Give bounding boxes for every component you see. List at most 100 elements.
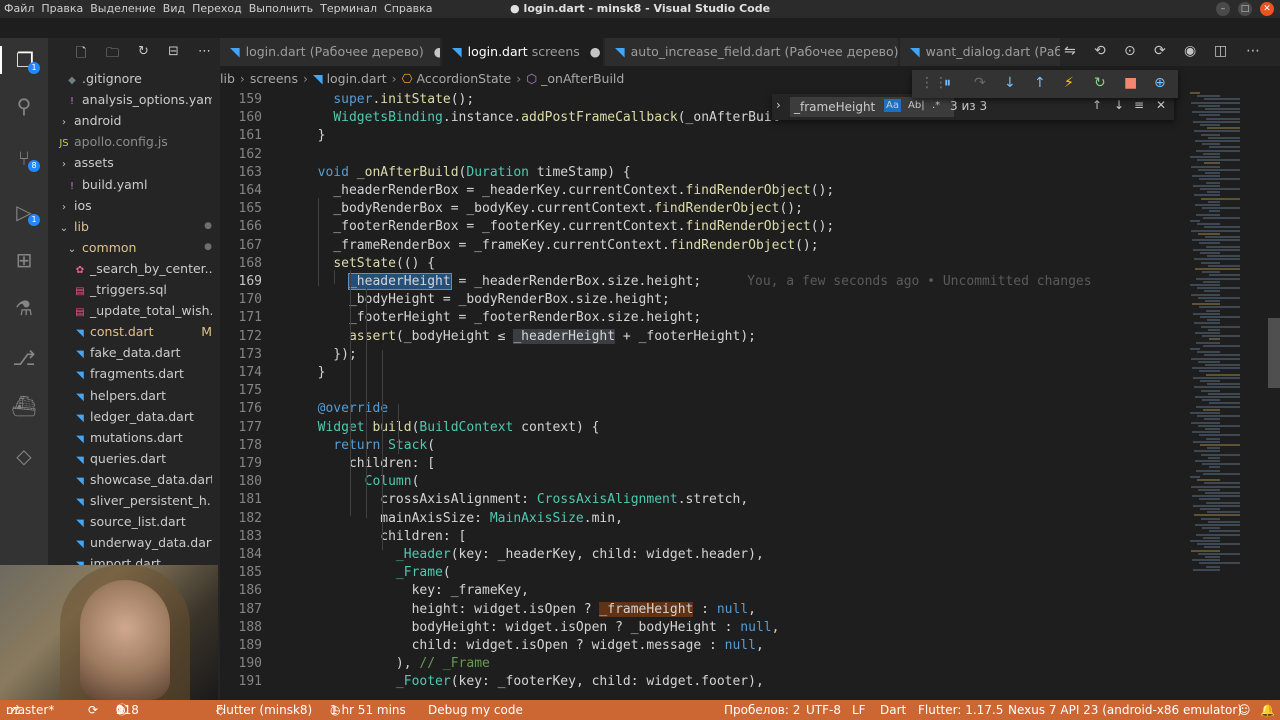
code-line[interactable]: setState(() { bbox=[302, 255, 435, 273]
git-graph-icon[interactable]: ⎇ bbox=[10, 344, 38, 372]
notifications-icon[interactable]: 🔔 bbox=[1260, 700, 1275, 720]
code-line[interactable]: WidgetsBinding.instance.addPostFrameCall… bbox=[302, 109, 779, 127]
flutter-icon[interactable]: ◇ bbox=[10, 442, 38, 470]
flutter-version[interactable]: Flutter: 1.17.5 bbox=[918, 700, 1003, 720]
code-line[interactable]: _Header(key: _headerKey, child: widget.h… bbox=[302, 546, 764, 564]
menu-item[interactable]: Файл bbox=[4, 0, 34, 18]
code-line[interactable]: } bbox=[302, 364, 326, 382]
breadcrumb-item[interactable]: lib bbox=[220, 71, 235, 86]
explorer-item[interactable]: ◥ sliver_persistent_h... bbox=[74, 490, 212, 511]
explorer-item[interactable]: ◆ .gitignore bbox=[66, 68, 212, 89]
explorer-item[interactable]: ▤ _update_total_wish... bbox=[74, 300, 212, 321]
explorer-icon[interactable]: ❐ 1 bbox=[0, 46, 48, 74]
menu-item[interactable]: Выполнить bbox=[249, 0, 313, 18]
flask-icon[interactable]: ⚗ bbox=[10, 294, 38, 322]
explorer-item[interactable]: › ios bbox=[58, 195, 212, 216]
go-forward-icon[interactable]: ⟳ bbox=[1154, 43, 1166, 59]
vertical-scrollbar[interactable] bbox=[1268, 90, 1280, 700]
close-find-icon[interactable]: ✕ bbox=[1156, 98, 1166, 112]
code-line[interactable]: _footerHeight = _footerRenderBox.size.he… bbox=[302, 309, 701, 327]
menu-item[interactable]: Правка bbox=[41, 0, 83, 18]
breadcrumb-item[interactable]: _onAfterBuild bbox=[541, 71, 624, 86]
sync-icon[interactable]: ⟳ bbox=[88, 700, 98, 720]
line-ending[interactable]: LF bbox=[852, 700, 866, 720]
code-line[interactable]: } bbox=[302, 127, 326, 145]
code-line[interactable]: _bodyHeight = _bodyRenderBox.size.height… bbox=[302, 291, 670, 309]
restart-icon[interactable]: ↻ bbox=[1094, 75, 1106, 91]
source-control-icon[interactable]: ⑂ 8 bbox=[10, 144, 40, 172]
search-icon[interactable]: ⚲ bbox=[10, 92, 38, 120]
whole-word-toggle[interactable]: Ab| bbox=[906, 99, 927, 112]
new-file-icon[interactable]: 🗋 bbox=[76, 44, 86, 66]
minimap[interactable] bbox=[1184, 90, 1268, 700]
explorer-item[interactable]: JS apollo.config.js bbox=[58, 131, 212, 152]
find-in-selection-icon[interactable]: ≡ bbox=[1134, 98, 1144, 112]
menu-item[interactable]: Вид bbox=[163, 0, 185, 18]
code-line[interactable]: @override bbox=[302, 400, 388, 418]
close-window-button[interactable]: ✕ bbox=[1260, 2, 1274, 16]
explorer-item[interactable]: ◥ queries.dart bbox=[74, 448, 212, 469]
stop-icon[interactable]: ■ bbox=[1124, 75, 1137, 91]
editor-tab[interactable]: ◥ login.dart screens ● bbox=[442, 38, 603, 66]
dot-icon[interactable]: ⊙ bbox=[1124, 43, 1136, 59]
code-line[interactable]: child: widget.isOpen ? widget.message : … bbox=[302, 637, 764, 655]
next-match-icon[interactable]: ↓ bbox=[1114, 98, 1124, 112]
code-line[interactable]: _footerRenderBox = _footerKey.currentCon… bbox=[302, 218, 834, 236]
debug-icon[interactable]: ▷ 1 bbox=[10, 198, 40, 226]
device-selector[interactable]: Nexus 7 API 23 (android-x86 emulator) bbox=[1008, 700, 1242, 720]
pause-icon[interactable]: ⏸ bbox=[944, 75, 951, 91]
encoding[interactable]: UTF-8 bbox=[806, 700, 841, 720]
code-line[interactable]: void _onAfterBuild(Duration timeStamp) { bbox=[302, 164, 631, 182]
explorer-item[interactable]: ⌄ lib ● bbox=[58, 216, 212, 237]
explorer-item[interactable]: ◥ source_list.dart bbox=[74, 511, 212, 532]
code-line[interactable]: assert(_bodyHeight ≤ _headerHeight + _fo… bbox=[302, 328, 756, 346]
more-actions-icon[interactable]: ⋯ bbox=[1246, 43, 1260, 59]
step-out-icon[interactable]: ↑ bbox=[1034, 75, 1046, 91]
run-icon[interactable]: ◉ bbox=[1184, 43, 1196, 59]
explorer-item[interactable]: ◥ fake_data.dart bbox=[74, 342, 212, 363]
explorer-item[interactable]: › assets bbox=[58, 152, 212, 173]
hot-reload-icon[interactable]: ⚡ bbox=[1064, 75, 1074, 91]
explorer-item[interactable]: ✿ _search_by_center.... bbox=[74, 258, 212, 279]
code-line[interactable]: _headerHeight = _headerRenderBox.size.he… bbox=[302, 273, 1092, 291]
code-line[interactable]: _Footer(key: _footerKey, child: widget.f… bbox=[302, 673, 764, 691]
explorer-item[interactable]: ◥ underway_data.dart bbox=[74, 532, 212, 553]
step-into-icon[interactable]: ↓ bbox=[1004, 75, 1016, 91]
explorer-item[interactable]: ◥ ledger_data.dart bbox=[74, 406, 212, 427]
step-over-icon[interactable]: ↷ bbox=[974, 75, 986, 91]
debug-mode[interactable]: Debug my code bbox=[428, 700, 523, 720]
menu-item[interactable]: Переход bbox=[192, 0, 242, 18]
explorer-item[interactable]: ◥ const.dart M bbox=[74, 321, 212, 342]
code-line[interactable]: ), // _Frame bbox=[302, 655, 490, 673]
code-line[interactable]: height: widget.isOpen ? _frameHeight : n… bbox=[302, 601, 756, 619]
code-line[interactable]: _frameRenderBox = _frameKey.currentConte… bbox=[302, 237, 818, 255]
unsaved-dot-icon[interactable]: ● bbox=[590, 44, 601, 59]
code-line[interactable]: key: _frameKey, bbox=[302, 582, 529, 600]
code-line[interactable]: return Stack( bbox=[302, 437, 435, 455]
account-icon[interactable]: ☺ bbox=[1238, 700, 1251, 720]
regex-toggle[interactable]: .* bbox=[930, 99, 942, 112]
code-line[interactable]: _Frame( bbox=[302, 564, 451, 582]
code-line[interactable]: _bodyRenderBox = _bodyKey.currentContext… bbox=[302, 200, 803, 218]
menu-item[interactable]: Справка bbox=[384, 0, 432, 18]
code-editor[interactable]: 159 super.initState(); 160 WidgetsBinding… bbox=[220, 90, 1280, 700]
editor-tab[interactable]: ◥ auto_increase_field.dart (Рабочее дерево… bbox=[605, 38, 898, 66]
more-actions-icon[interactable]: ⋯ bbox=[198, 44, 211, 59]
maximize-button[interactable]: □ bbox=[1238, 2, 1252, 16]
minimize-button[interactable]: – bbox=[1216, 2, 1230, 16]
code-line[interactable]: Widget build(BuildContext context) { bbox=[302, 419, 600, 437]
inspect-icon[interactable]: ⊕ bbox=[1154, 75, 1166, 91]
match-case-toggle[interactable]: Aa bbox=[884, 99, 901, 112]
scrollbar-thumb[interactable] bbox=[1268, 318, 1280, 388]
explorer-item[interactable]: ◥ fragments.dart bbox=[74, 363, 212, 384]
breadcrumb-item[interactable]: login.dart bbox=[327, 71, 387, 86]
split-editor-icon[interactable]: ◫ bbox=[1214, 43, 1227, 59]
explorer-item[interactable]: ◥ mutations.dart bbox=[74, 427, 212, 448]
explorer-item[interactable]: ▤ _triggers.sql bbox=[74, 279, 212, 300]
explorer-item[interactable]: ! build.yaml bbox=[66, 174, 212, 195]
go-back-icon[interactable]: ⟲ bbox=[1094, 43, 1106, 59]
code-line[interactable]: crossAxisAlignment: CrossAxisAlignment.s… bbox=[302, 491, 748, 509]
menu-item[interactable]: Выделение bbox=[90, 0, 156, 18]
extensions-icon[interactable]: ⊞ bbox=[10, 246, 38, 274]
indentation[interactable]: Пробелов: 2 bbox=[724, 700, 800, 720]
